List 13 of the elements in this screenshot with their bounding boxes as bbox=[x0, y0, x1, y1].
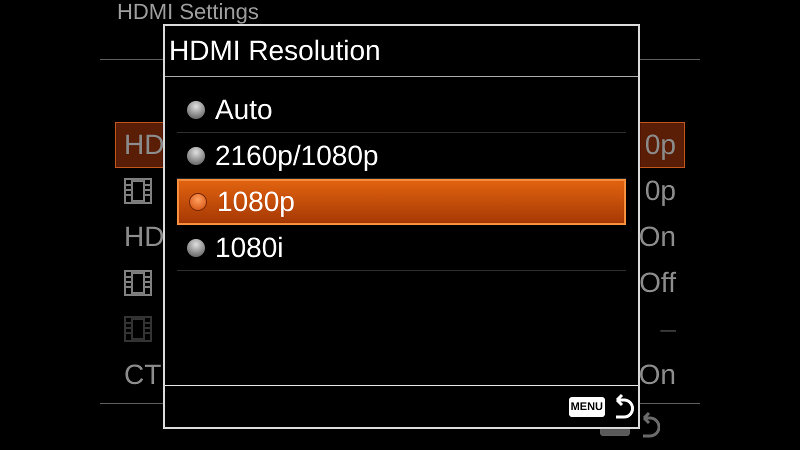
row-label: HD bbox=[124, 128, 164, 162]
menu-title: HDMI Settings bbox=[117, 0, 259, 23]
row-value: Off bbox=[639, 266, 676, 300]
row-value: – bbox=[660, 312, 676, 346]
row-value: 0p bbox=[644, 174, 676, 208]
option-label: 1080i bbox=[215, 230, 284, 264]
row-value: On bbox=[638, 358, 676, 392]
row-label: CT bbox=[124, 358, 162, 392]
option-label: Auto bbox=[215, 92, 273, 126]
row-value: 0p bbox=[644, 128, 676, 162]
option-label: 1080p bbox=[217, 185, 295, 219]
dialog-title: HDMI Resolution bbox=[169, 34, 381, 68]
option-label: 2160p/1080p bbox=[215, 138, 379, 173]
